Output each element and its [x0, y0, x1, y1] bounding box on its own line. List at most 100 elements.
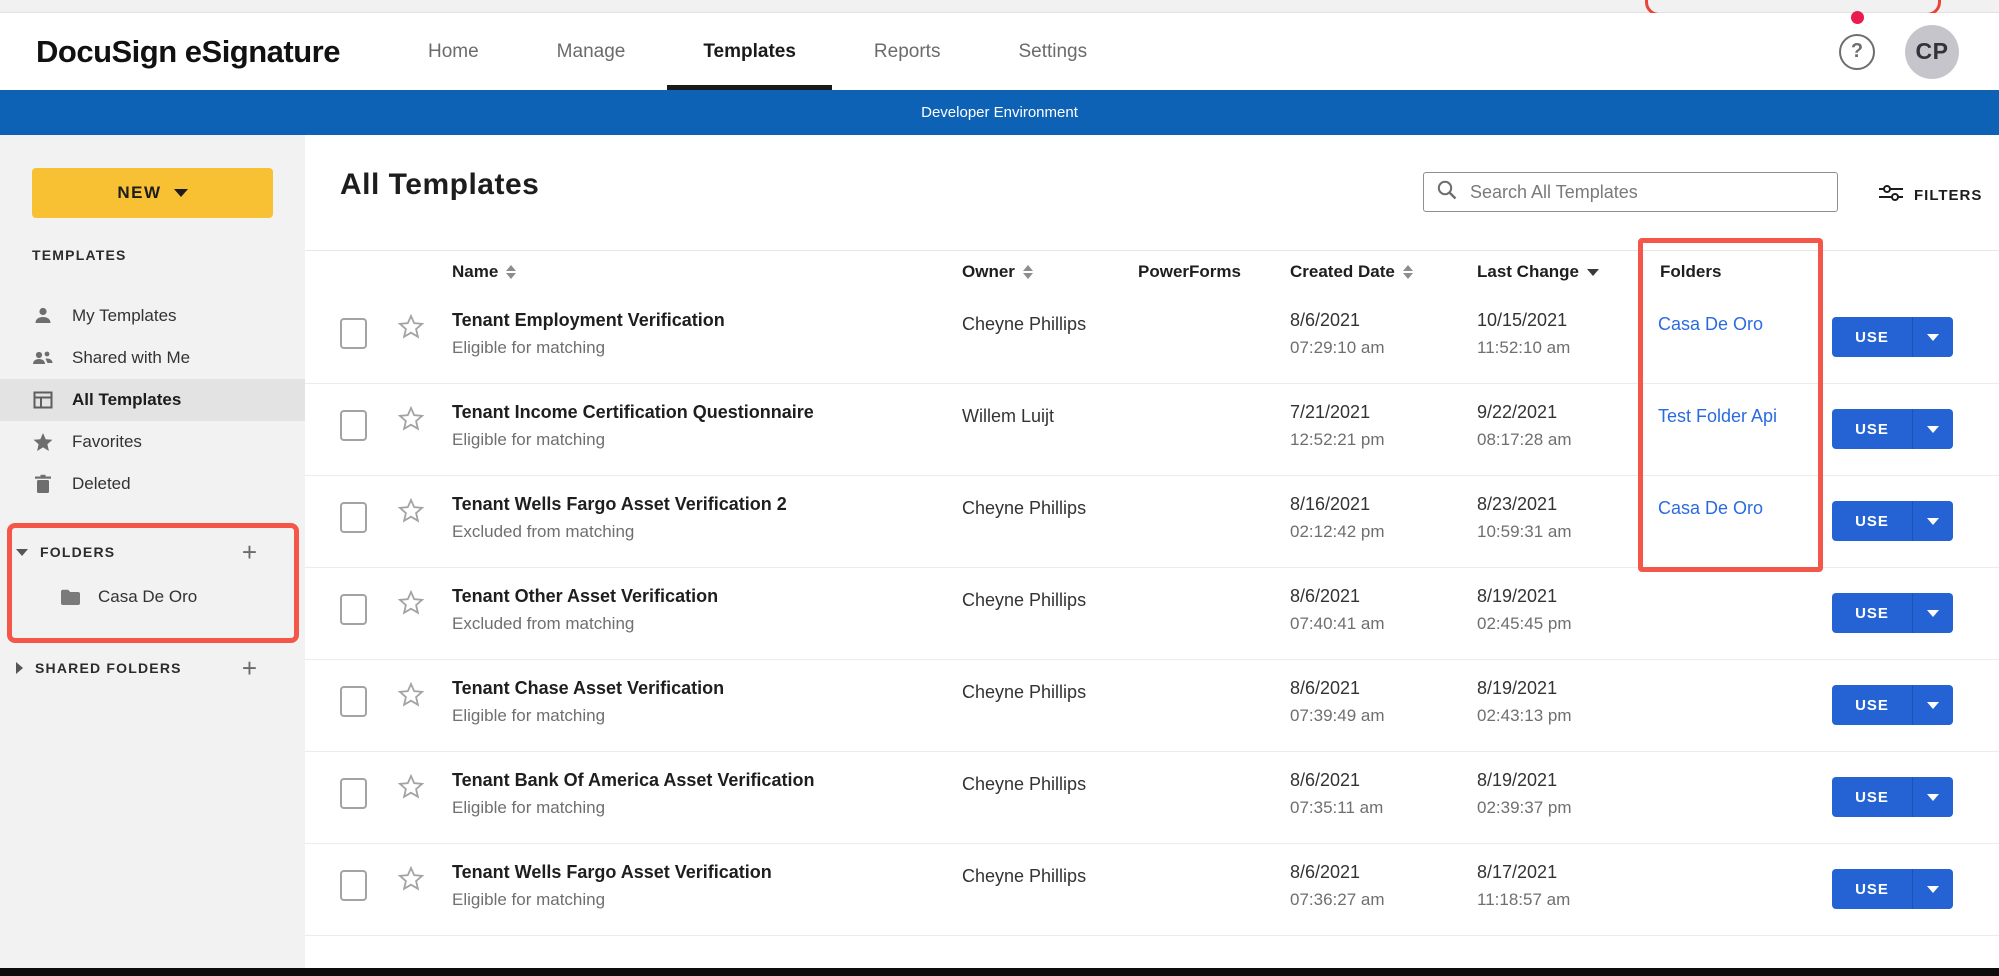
sort-desc-icon[interactable] [1587, 269, 1599, 276]
shared-folders-group-header[interactable]: SHARED FOLDERS + [0, 651, 305, 685]
use-split-button[interactable]: USE [1832, 317, 1953, 357]
use-dropdown-button[interactable] [1913, 685, 1953, 725]
column-header-powerforms[interactable]: PowerForms [1138, 251, 1241, 293]
use-dropdown-button[interactable] [1913, 777, 1953, 817]
use-button[interactable]: USE [1832, 501, 1913, 541]
sidebar-item-my-templates[interactable]: My Templates [0, 295, 305, 337]
use-split-button[interactable]: USE [1832, 501, 1953, 541]
banner-text: Developer Environment [921, 104, 1078, 121]
last-change-time: 02:45:45 pm [1477, 614, 1572, 634]
template-name[interactable]: Tenant Wells Fargo Asset Verification 2 [452, 494, 932, 515]
folder-item-casa-de-oro[interactable]: Casa De Oro [60, 579, 197, 615]
use-split-button[interactable]: USE [1832, 593, 1953, 633]
sidebar-item-shared-with-me[interactable]: Shared with Me [0, 337, 305, 379]
created-date: 8/6/2021 [1290, 678, 1385, 699]
last-change-time: 08:17:28 am [1477, 430, 1572, 450]
trash-icon [32, 473, 54, 495]
column-header-owner[interactable]: Owner [962, 251, 1033, 293]
use-dropdown-button[interactable] [1913, 869, 1953, 909]
use-button[interactable]: USE [1832, 593, 1913, 633]
use-dropdown-button[interactable] [1913, 409, 1953, 449]
sort-icon[interactable] [1403, 265, 1413, 279]
use-dropdown-button[interactable] [1913, 593, 1953, 633]
column-header-created-date[interactable]: Created Date [1290, 251, 1413, 293]
use-split-button[interactable]: USE [1832, 777, 1953, 817]
last-change-time: 02:39:37 pm [1477, 798, 1572, 818]
search-box[interactable] [1423, 172, 1838, 212]
template-name-cell: Tenant Wells Fargo Asset Verification 2 … [452, 494, 932, 542]
favorite-star-icon[interactable] [398, 498, 424, 528]
table-row: Tenant Other Asset Verification Excluded… [305, 568, 1999, 660]
owner-name: Cheyne Phillips [962, 498, 1086, 519]
sidebar-item-all-templates[interactable]: All Templates [0, 379, 305, 421]
help-icon[interactable]: ? [1839, 34, 1875, 70]
nav-templates[interactable]: Templates [703, 13, 796, 90]
favorite-star-icon[interactable] [398, 682, 424, 712]
sort-icon[interactable] [1023, 265, 1033, 279]
owner-name: Cheyne Phillips [962, 774, 1086, 795]
folder-link[interactable]: Casa De Oro [1658, 498, 1763, 518]
template-name[interactable]: Tenant Wells Fargo Asset Verification [452, 862, 932, 883]
nav-manage[interactable]: Manage [557, 13, 626, 90]
sidebar-item-label: My Templates [72, 306, 177, 326]
template-name[interactable]: Tenant Chase Asset Verification [452, 678, 932, 699]
template-name[interactable]: Tenant Other Asset Verification [452, 586, 932, 607]
add-shared-folder-button[interactable]: + [242, 658, 257, 678]
use-split-button[interactable]: USE [1832, 409, 1953, 449]
favorite-star-icon[interactable] [398, 314, 424, 344]
use-dropdown-button[interactable] [1913, 317, 1953, 357]
nav-reports[interactable]: Reports [874, 13, 941, 90]
created-date: 8/6/2021 [1290, 586, 1385, 607]
template-name[interactable]: Tenant Bank Of America Asset Verificatio… [452, 770, 932, 791]
layout-grid-icon [32, 389, 54, 411]
row-checkbox[interactable] [340, 502, 367, 533]
chevron-right-icon[interactable] [16, 662, 23, 674]
row-checkbox[interactable] [340, 686, 367, 717]
table-row: Tenant Employment Verification Eligible … [305, 292, 1999, 384]
use-button[interactable]: USE [1832, 777, 1913, 817]
folder-link[interactable]: Test Folder Api [1658, 406, 1777, 426]
column-header-folders[interactable]: Folders [1660, 251, 1721, 293]
developer-environment-banner: Developer Environment [0, 90, 1999, 135]
column-header-name[interactable]: Name [452, 251, 516, 293]
sidebar-item-favorites[interactable]: Favorites [0, 421, 305, 463]
sort-icon[interactable] [506, 265, 516, 279]
search-input[interactable] [1468, 181, 1802, 204]
sidebar-item-label: Favorites [72, 432, 142, 452]
template-name[interactable]: Tenant Income Certification Questionnair… [452, 402, 932, 423]
new-button[interactable]: NEW [32, 168, 273, 218]
use-button[interactable]: USE [1832, 685, 1913, 725]
chevron-down-icon[interactable] [16, 549, 28, 556]
template-name[interactable]: Tenant Employment Verification [452, 310, 932, 331]
favorite-star-icon[interactable] [398, 774, 424, 804]
sidebar-item-deleted[interactable]: Deleted [0, 463, 305, 505]
column-header-last-change[interactable]: Last Change [1477, 251, 1599, 293]
favorite-star-icon[interactable] [398, 406, 424, 436]
filters-button[interactable]: FILTERS [1878, 182, 1982, 208]
use-split-button[interactable]: USE [1832, 869, 1953, 909]
row-checkbox[interactable] [340, 410, 367, 441]
row-checkbox[interactable] [340, 594, 367, 625]
row-checkbox[interactable] [340, 318, 367, 349]
use-button[interactable]: USE [1832, 317, 1913, 357]
nav-settings[interactable]: Settings [1018, 13, 1087, 90]
folders-group-header[interactable]: FOLDERS + [0, 535, 305, 569]
matching-status: Eligible for matching [452, 706, 932, 726]
owner-name: Cheyne Phillips [962, 866, 1086, 887]
filters-icon [1878, 182, 1904, 208]
favorite-star-icon[interactable] [398, 590, 424, 620]
created-time: 07:29:10 am [1290, 338, 1385, 358]
favorite-star-icon[interactable] [398, 866, 424, 896]
use-button[interactable]: USE [1832, 409, 1913, 449]
folder-link[interactable]: Casa De Oro [1658, 314, 1763, 334]
row-checkbox[interactable] [340, 778, 367, 809]
row-checkbox[interactable] [340, 870, 367, 901]
docusign-logo[interactable]: DocuSign eSignature [36, 34, 340, 70]
owner-name: Cheyne Phillips [962, 590, 1086, 611]
avatar[interactable]: CP [1905, 25, 1959, 79]
use-split-button[interactable]: USE [1832, 685, 1953, 725]
add-folder-button[interactable]: + [242, 542, 257, 562]
use-dropdown-button[interactable] [1913, 501, 1953, 541]
nav-home[interactable]: Home [428, 13, 479, 90]
use-button[interactable]: USE [1832, 869, 1913, 909]
